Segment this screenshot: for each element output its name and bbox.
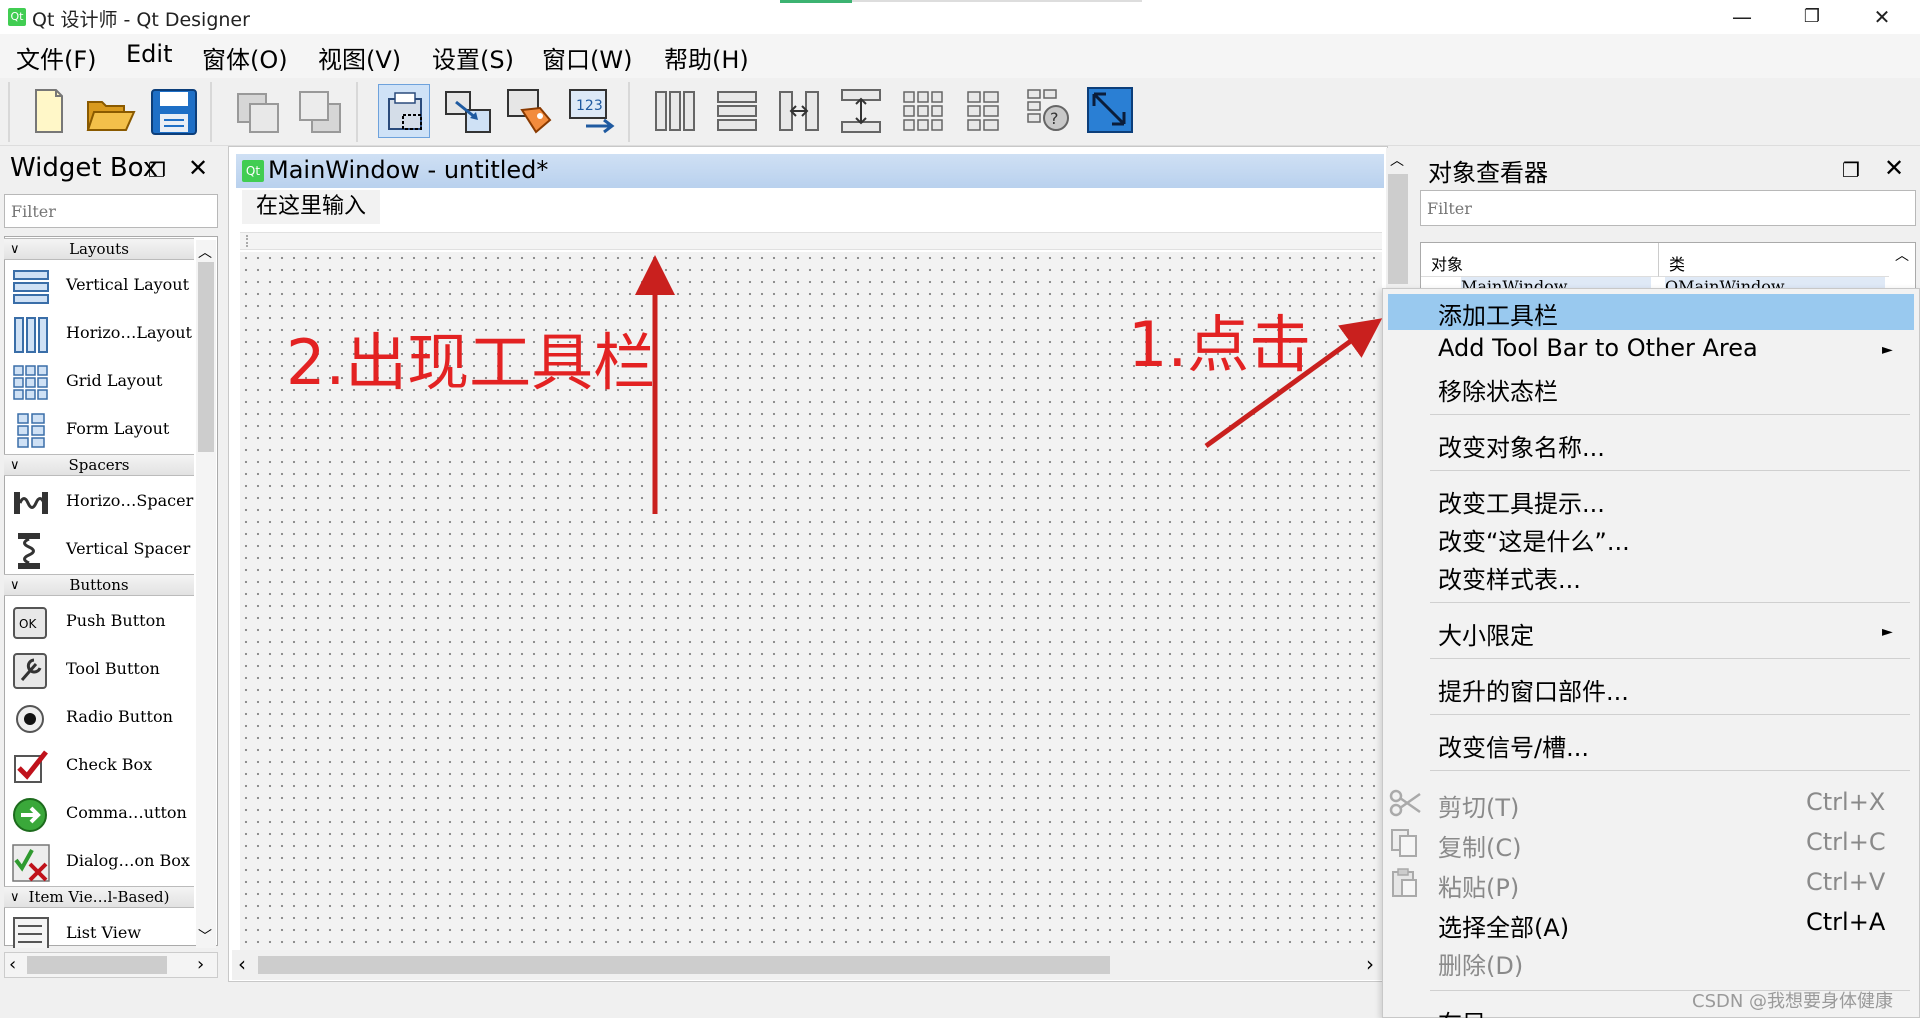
arrow-to-menu-item [1204, 318, 1383, 449]
annotation-arrows [635, 255, 1383, 514]
watermark: CSDN @我想要身体健康 [1692, 991, 1894, 1012]
